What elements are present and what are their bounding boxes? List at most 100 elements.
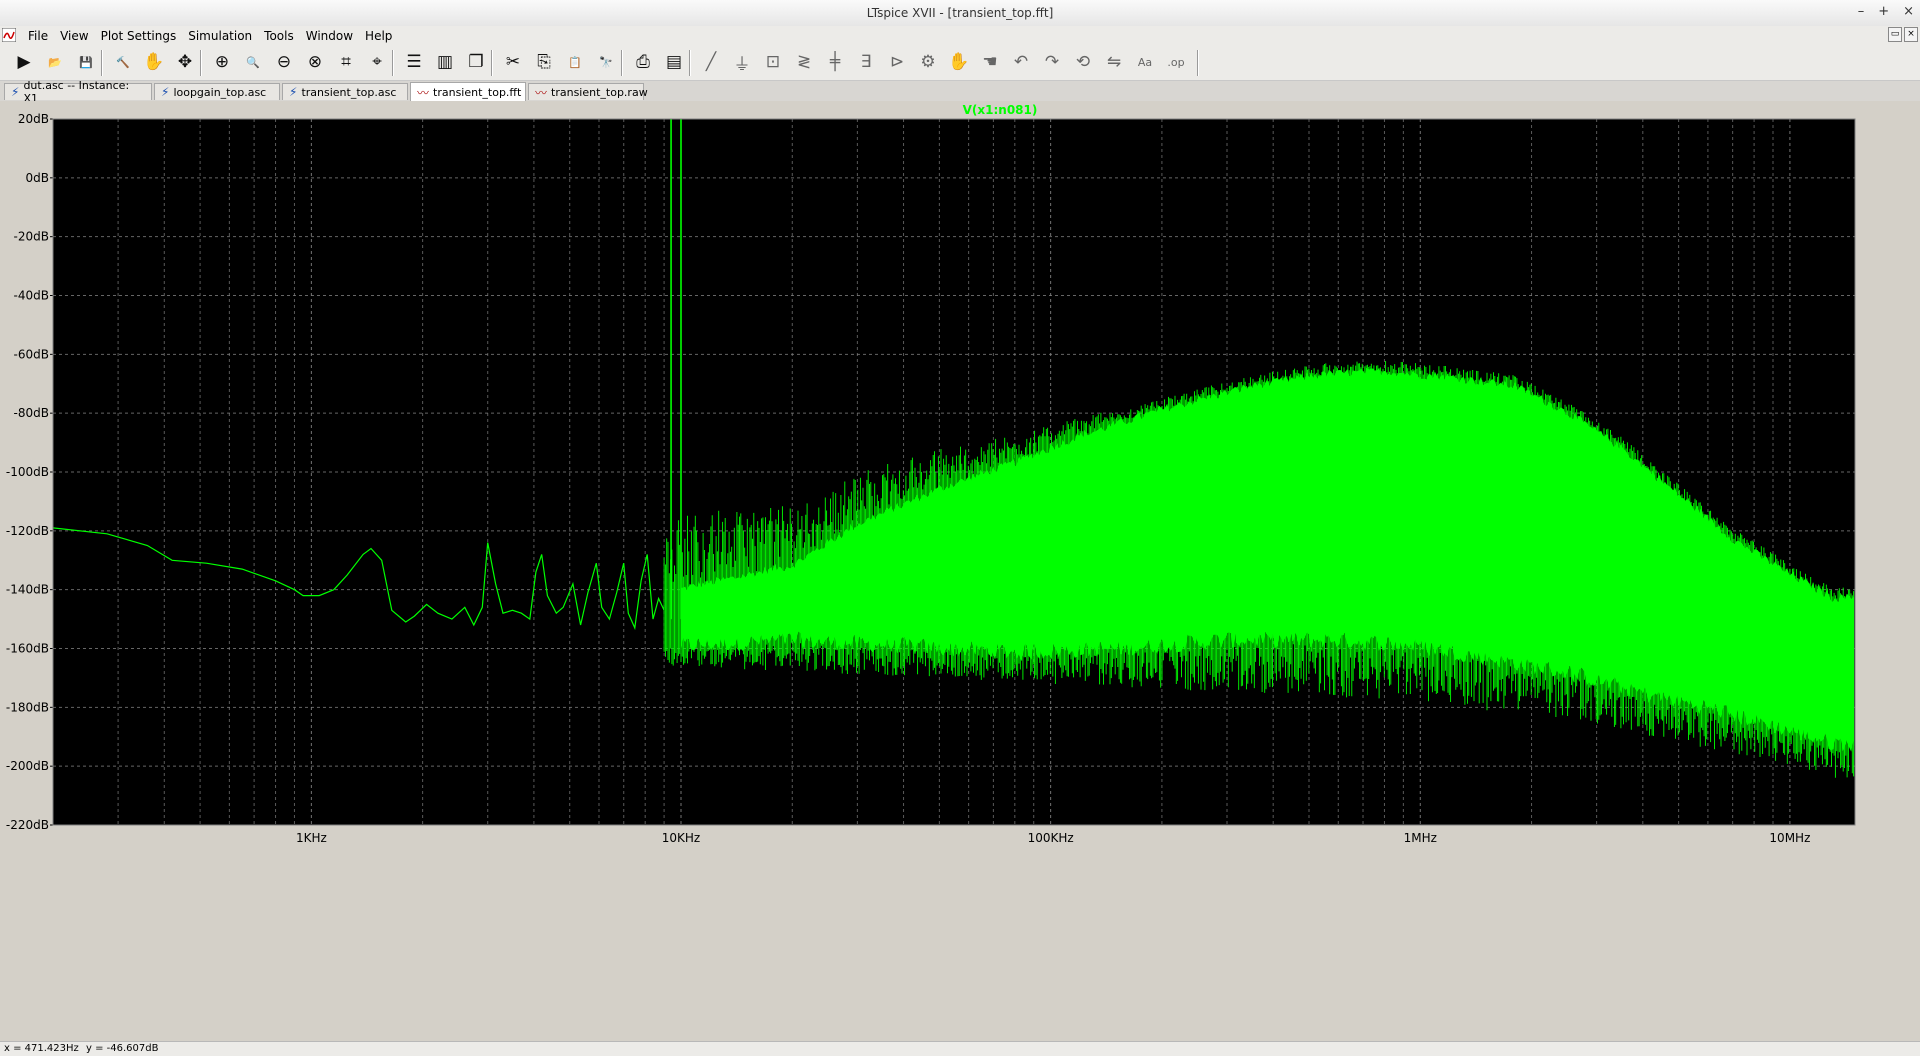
tab-label: loopgain_top.asc (173, 85, 267, 99)
print-icon[interactable]: ⎙ (631, 50, 655, 74)
redo-icon[interactable]: ↷ (1040, 50, 1064, 74)
resistor-icon[interactable]: ≷ (792, 50, 816, 74)
schematic-icon: ⚡ (11, 85, 20, 99)
status-bar: x = 471.423Hz y = -46.607dB (0, 1041, 1920, 1056)
menu-file[interactable]: File (22, 28, 54, 44)
document-tabs: ⚡ dut.asc -- Instance: X1 ⚡ loopgain_top.as… (0, 79, 1920, 105)
zoom-in-icon[interactable]: ⊕ (210, 50, 234, 74)
zoom-out-icon[interactable]: ⊖ (272, 50, 296, 74)
control-panel-icon[interactable]: 🔨 (111, 50, 135, 74)
tab-transient-top-raw[interactable]: 〰 transient_top.raw (528, 83, 648, 100)
cursor-icon[interactable]: ⌖ (365, 50, 389, 74)
toolbar-separator (491, 50, 493, 76)
drag-icon[interactable]: ☚ (978, 50, 1002, 74)
close-button[interactable]: × (1903, 4, 1914, 19)
inductor-icon[interactable]: ∃ (854, 50, 878, 74)
toolbar-separator (1197, 50, 1199, 76)
rotate-icon[interactable]: ⟲ (1071, 50, 1095, 74)
waveform-icon: 〰 (417, 85, 430, 100)
tile-vertical-icon[interactable]: ▥ (433, 50, 457, 74)
mirror-icon[interactable]: ⇋ (1102, 50, 1126, 74)
y-tick-label: -220dB (6, 818, 49, 832)
toolbar: ▶ 📂 💾 🔨 ✋ ✥ ⊕ 🔍 ⊖ ⊗ ⌗ ⌖ ☰ ▥ ❐ ✂ ⎘ 📋 🔭 ⎙ ▤ ╱ ⏚ ⊡ ≷ ╪ ∃ ⊳ ⚙ ✋ ☚ ↶ ↷ ⟲ ⇋ Aa .op (0, 44, 1920, 81)
undo-icon[interactable]: ↶ (1009, 50, 1033, 74)
zoom-area-icon[interactable]: 🔍 (241, 50, 265, 74)
cascade-icon[interactable]: ❐ (464, 50, 488, 74)
y-tick-label: -20dB (14, 230, 49, 244)
tile-horizontal-icon[interactable]: ☰ (402, 50, 426, 74)
menu-help[interactable]: Help (359, 28, 398, 44)
x-tick-label: 1MHz (1404, 831, 1437, 845)
print-setup-icon[interactable]: ▤ (662, 50, 686, 74)
trace-label[interactable]: V(x1:n081) (963, 103, 1038, 117)
paste-icon[interactable]: 📋 (563, 50, 587, 74)
tab-transient-top-fft[interactable]: 〰 transient_top.fft (410, 82, 526, 101)
move-icon[interactable]: ✋ (947, 50, 971, 74)
y-tick-label: -140dB (6, 583, 49, 597)
menu-plot-settings[interactable]: Plot Settings (95, 28, 183, 44)
diode-icon[interactable]: ⊳ (885, 50, 909, 74)
y-tick-label: 20dB (18, 112, 49, 126)
x-axis-panel (53, 825, 1855, 1041)
y-tick-label: 0dB (26, 171, 49, 185)
menu-tools[interactable]: Tools (258, 28, 300, 44)
zoom-full-icon[interactable]: ⊗ (303, 50, 327, 74)
tab-loopgain-top-asc[interactable]: ⚡ loopgain_top.asc (154, 83, 280, 100)
tab-label: transient_top.asc (301, 85, 397, 99)
save-icon[interactable]: 💾 (74, 50, 98, 74)
find-icon[interactable]: 🔭 (594, 50, 618, 74)
y-tick-label: -160dB (6, 642, 49, 656)
capacitor-icon[interactable]: ╪ (823, 50, 847, 74)
y-tick-label: -120dB (6, 524, 49, 538)
spice-directive-icon[interactable]: .op (1164, 50, 1188, 74)
component-icon[interactable]: ⚙ (916, 50, 940, 74)
waveform-icon: 〰 (535, 85, 548, 100)
mdi-close-button[interactable]: × (1904, 27, 1918, 42)
y-tick-label: -180dB (6, 700, 49, 714)
x-tick-label: 10KHz (662, 831, 700, 845)
menu-window[interactable]: Window (300, 28, 359, 44)
run-icon[interactable]: ▶ (12, 50, 36, 74)
halt-icon[interactable]: ✋ (142, 50, 166, 74)
wire-icon[interactable]: ╱ (699, 50, 723, 74)
toolbar-separator (689, 50, 691, 76)
y-tick-label: -60dB (14, 347, 49, 361)
title-strip (53, 101, 1855, 119)
y-tick-label: -40dB (14, 289, 49, 303)
mdi-restore-button[interactable]: ▭ (1888, 27, 1902, 42)
cursor-y-readout: y = -46.607dB (85, 1043, 159, 1054)
autoscale-icon[interactable]: ⌗ (334, 50, 358, 74)
tab-transient-top-asc[interactable]: ⚡ transient_top.asc (282, 83, 408, 100)
ltspice-app-icon (2, 28, 16, 42)
window-titlebar: LTspice XVII - [transient_top.fft] – + × (0, 0, 1920, 27)
open-icon[interactable]: 📂 (43, 50, 67, 74)
cursor-x-readout: x = 471.423Hz (4, 1043, 79, 1054)
right-margin-panel (1855, 101, 1920, 1041)
x-tick-label: 10MHz (1769, 831, 1810, 845)
toolbar-separator (200, 50, 202, 76)
minimize-button[interactable]: – (1858, 4, 1865, 19)
label-icon[interactable]: ⊡ (761, 50, 785, 74)
tab-label: transient_top.fft (433, 85, 522, 99)
schematic-icon: ⚡ (161, 85, 170, 99)
menu-view[interactable]: View (54, 28, 94, 44)
cut-icon[interactable]: ✂ (501, 50, 525, 74)
text-icon[interactable]: Aa (1133, 50, 1157, 74)
copy-icon[interactable]: ⎘ (532, 50, 556, 74)
x-tick-label: 1KHz (296, 831, 327, 845)
ground-icon[interactable]: ⏚ (730, 50, 754, 75)
menu-simulation[interactable]: Simulation (182, 28, 258, 44)
y-tick-label: -200dB (6, 759, 49, 773)
tab-dut-asc-instance-x1[interactable]: ⚡ dut.asc -- Instance: X1 (4, 79, 152, 105)
toolbar-separator (621, 50, 623, 76)
toolbar-separator (101, 50, 103, 76)
menu-bar: File View Plot Settings Simulation Tools… (0, 26, 1920, 44)
maximize-button[interactable]: + (1878, 4, 1889, 19)
plot-area[interactable]: 20dB 0dB -20dB -40dB -60dB -80dB -100dB -120dB -… (0, 101, 1920, 1045)
pan-icon[interactable]: ✥ (173, 50, 197, 74)
window-title: LTspice XVII - [transient_top.fft] (866, 6, 1054, 20)
y-tick-label: -80dB (14, 406, 49, 420)
fft-plot[interactable]: 20dB 0dB -20dB -40dB -60dB -80dB -100dB -120dB -… (0, 101, 1920, 1041)
schematic-icon: ⚡ (289, 85, 298, 99)
y-tick-label: -100dB (6, 465, 49, 479)
